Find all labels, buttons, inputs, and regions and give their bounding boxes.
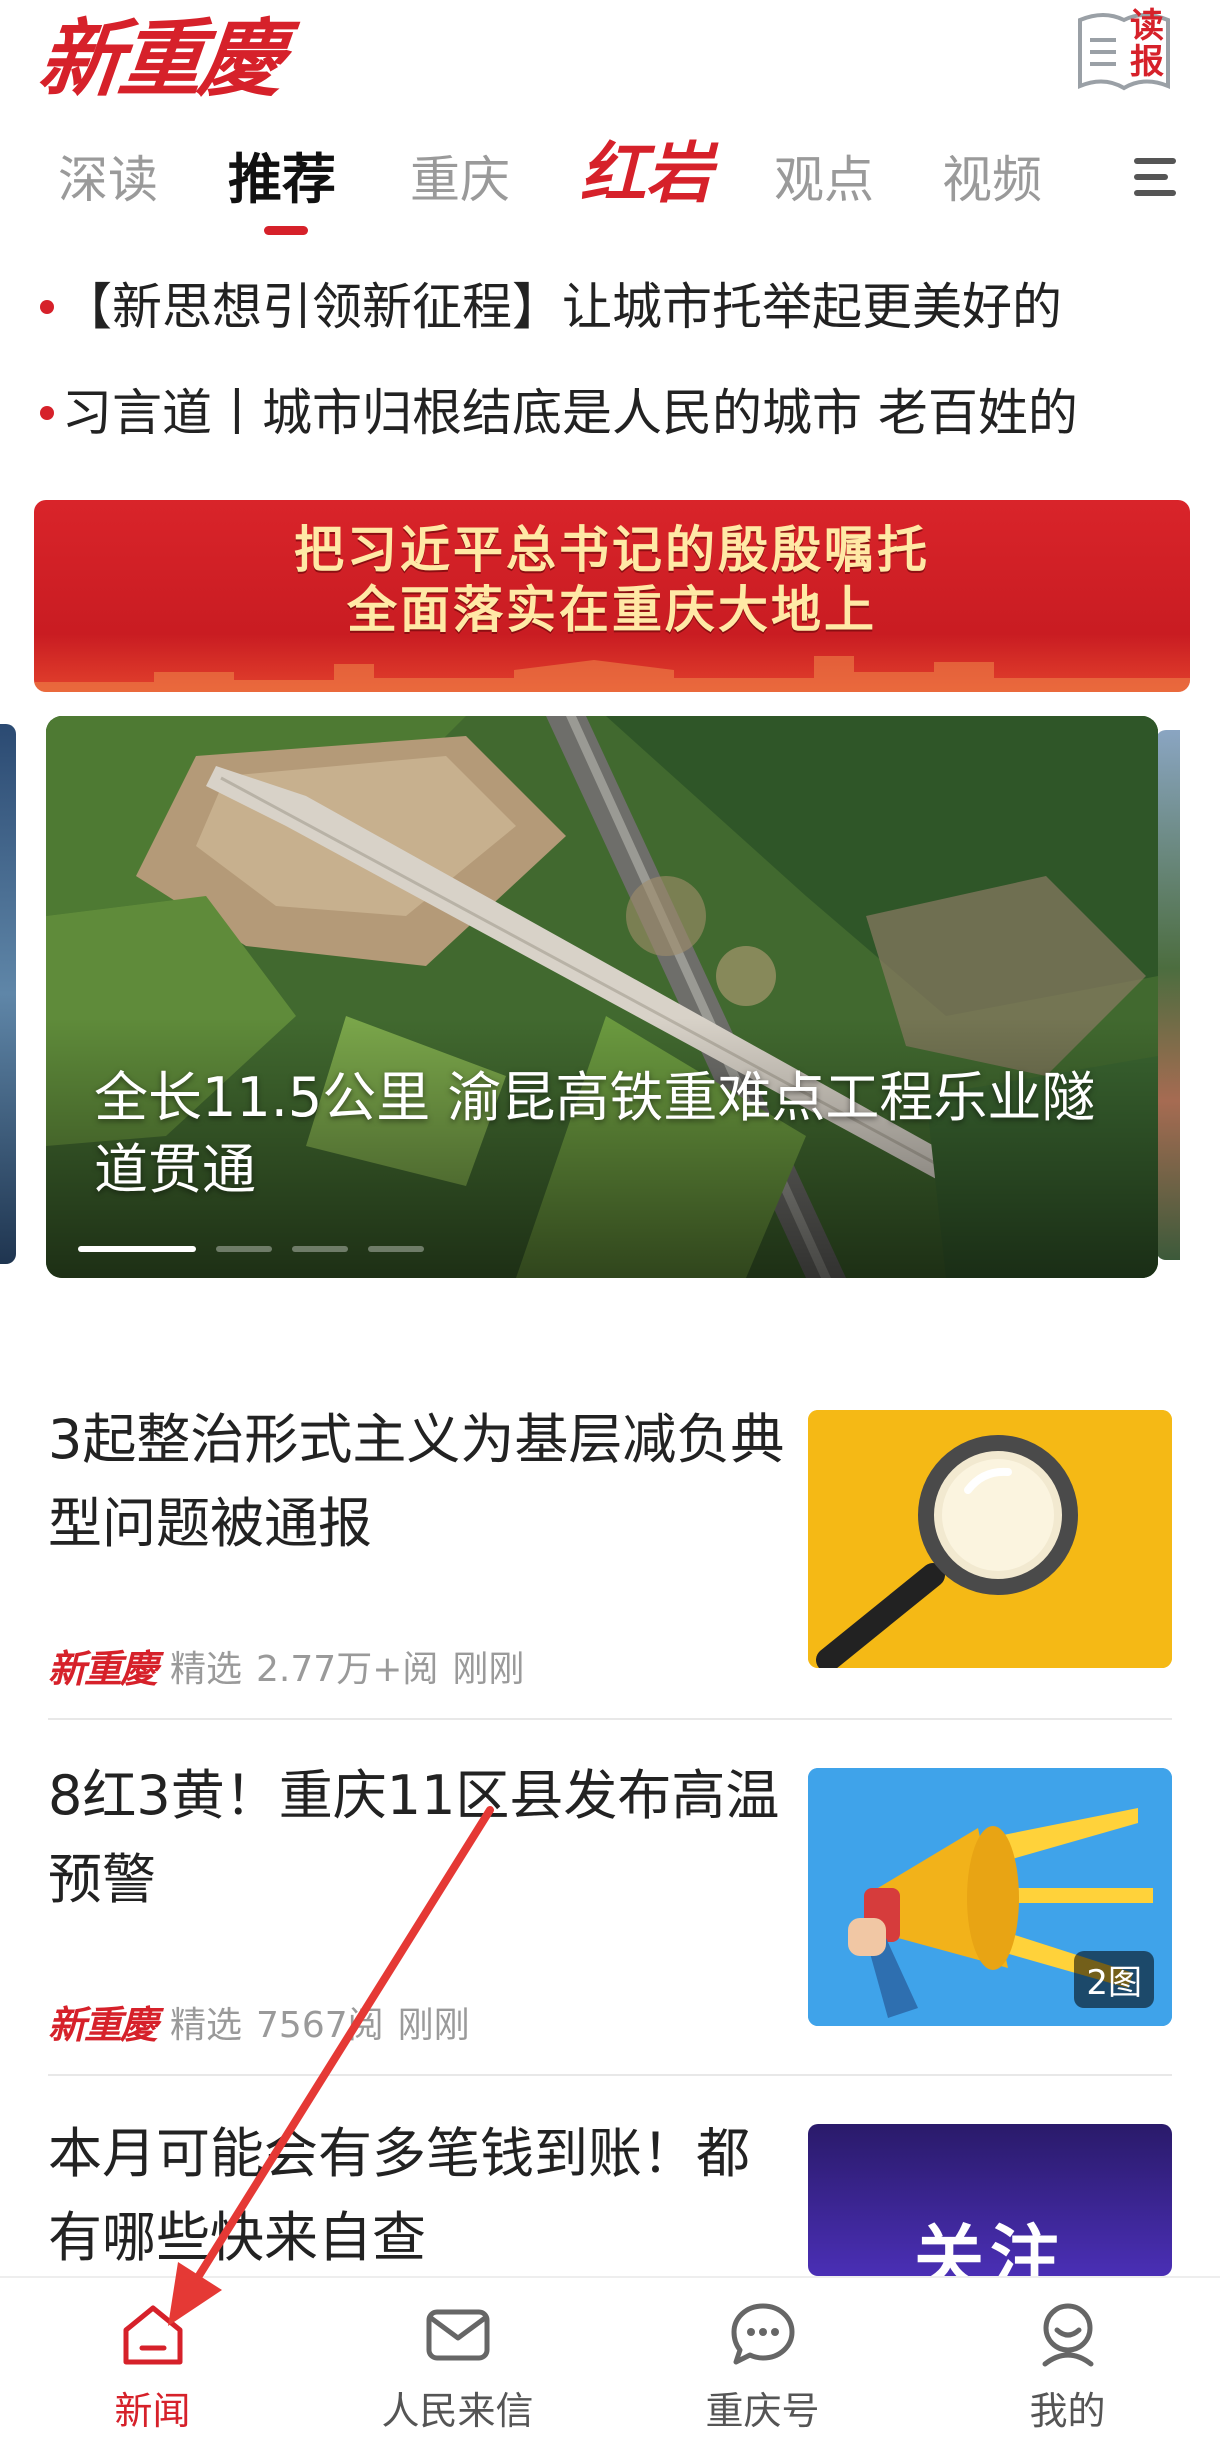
carousel-caption: 全长11.5公里 渝昆高铁重难点工程乐业隧道贯通 — [94, 1066, 1096, 1201]
thumbnail-text: 关注 — [914, 2217, 1066, 2276]
channel-tabs: 深读 推荐 重庆 红岩 观点 视频 — [0, 136, 1220, 240]
mail-icon — [426, 2309, 490, 2361]
nav-label: 重庆号 — [705, 2389, 820, 2433]
article-tag: 精选 — [170, 2004, 243, 2046]
home-icon — [123, 2305, 183, 2365]
nav-label: 新闻 — [114, 2389, 191, 2433]
tab-deep-read[interactable]: 深读 — [58, 140, 158, 220]
app-screen: 新重慶 读报 深读 推荐 重庆 红岩 观点 视频 【新思想引领新征程】让城市托举… — [0, 0, 1220, 2438]
read-count: 2.77万+阅 — [256, 1648, 439, 1690]
pagination-dot[interactable] — [368, 1246, 424, 1252]
nav-letters[interactable]: 人民来信 — [305, 2278, 610, 2438]
article-meta: 新重慶 精选 2.77万+阅 刚刚 — [48, 1638, 524, 1693]
article-thumbnail: 2图 — [808, 1768, 1172, 2026]
carousel-slide[interactable]: 全长11.5公里 渝昆高铁重难点工程乐业隧道贯通 — [46, 716, 1158, 1278]
tab-chongqing[interactable]: 重庆 — [410, 140, 510, 220]
tab-opinion[interactable]: 观点 — [774, 140, 874, 220]
pagination-dot[interactable] — [292, 1246, 348, 1252]
article-thumbnail: 关注 — [808, 2124, 1172, 2276]
source-logo: 新重慶 — [48, 2002, 158, 2047]
app-header: 新重慶 读报 — [0, 0, 1220, 120]
read-button-label: 读报 — [1130, 6, 1164, 82]
bullet-dot-icon — [40, 299, 54, 314]
article-title: 8红3黄！重庆11区县发布高温预警 — [48, 1764, 780, 1911]
news-card[interactable]: 8红3黄！重庆11区县发布高温预警 新重慶 精选 7567阅 刚刚 2图 — [48, 1754, 1172, 2054]
skyline-decoration — [34, 656, 1190, 692]
nav-me[interactable]: 我的 — [915, 2278, 1220, 2438]
news-card[interactable]: 3起整治形式主义为基层减负典型问题被通报 新重慶 精选 2.77万+阅 刚刚 — [48, 1398, 1172, 1698]
nav-chongqing-hao[interactable]: 重庆号 — [610, 2278, 915, 2438]
article-meta: 新重慶 精选 7567阅 刚刚 — [48, 1994, 470, 2049]
headline-text: 【新思想引领新征程】让城市托举起更美好的 — [62, 278, 1062, 336]
profile-icon — [1042, 2303, 1094, 2367]
carousel-next-slide[interactable] — [1156, 730, 1180, 1260]
article-title: 3起整治形式主义为基层减负典型问题被通报 — [48, 1408, 785, 1555]
list-divider — [48, 2074, 1172, 2076]
app-logo[interactable]: 新重慶 — [34, 2, 286, 108]
channel-menu-icon[interactable] — [1134, 158, 1176, 200]
chat-icon — [731, 2303, 795, 2365]
tab-hongyan[interactable]: 红岩 — [580, 136, 712, 216]
headline-item[interactable]: 习言道丨城市归根结底是人民的城市 老百姓的 — [40, 378, 1180, 448]
carousel-pagination — [78, 1246, 424, 1254]
magnifier-icon — [808, 1410, 1172, 1668]
list-divider — [48, 1718, 1172, 1720]
tab-recommended[interactable]: 推荐 — [228, 140, 336, 220]
nav-news[interactable]: 新闻 — [0, 2278, 305, 2438]
read-count: 7567阅 — [256, 2004, 384, 2046]
article-tag: 精选 — [170, 1648, 243, 1690]
headline-text: 习言道丨城市归根结底是人民的城市 老百姓的 — [62, 384, 1078, 442]
article-title: 本月可能会有多笔钱到账！都有哪些快来自查 — [48, 2122, 750, 2269]
bottom-navigation: 新闻 人民来信 重庆号 我的 — [0, 2276, 1220, 2438]
read-newspaper-button[interactable]: 读报 — [1074, 6, 1174, 96]
promo-banner[interactable]: 把习近平总书记的殷殷嘱托 全面落实在重庆大地上 — [34, 500, 1190, 692]
source-logo: 新重慶 — [48, 1646, 158, 1691]
bullet-dot-icon — [40, 405, 54, 420]
publish-time: 刚刚 — [452, 1648, 525, 1690]
publish-time: 刚刚 — [397, 2004, 470, 2046]
carousel-prev-slide[interactable] — [0, 724, 16, 1264]
pagination-dot-active[interactable] — [78, 1246, 196, 1252]
banner-line-2: 全面落实在重庆大地上 — [347, 581, 877, 639]
article-thumbnail — [808, 1410, 1172, 1668]
headline-item[interactable]: 【新思想引领新征程】让城市托举起更美好的 — [40, 272, 1180, 342]
active-tab-indicator — [264, 226, 308, 235]
nav-label: 人民来信 — [381, 2389, 534, 2433]
nav-label: 我的 — [1029, 2389, 1106, 2433]
image-count-badge: 2图 — [1074, 1951, 1154, 2008]
tab-video[interactable]: 视频 — [942, 140, 1042, 220]
pagination-dot[interactable] — [216, 1246, 272, 1252]
news-card[interactable]: 本月可能会有多笔钱到账！都有哪些快来自查 关注 — [48, 2112, 1172, 2282]
banner-line-1: 把习近平总书记的殷殷嘱托 — [294, 521, 930, 579]
